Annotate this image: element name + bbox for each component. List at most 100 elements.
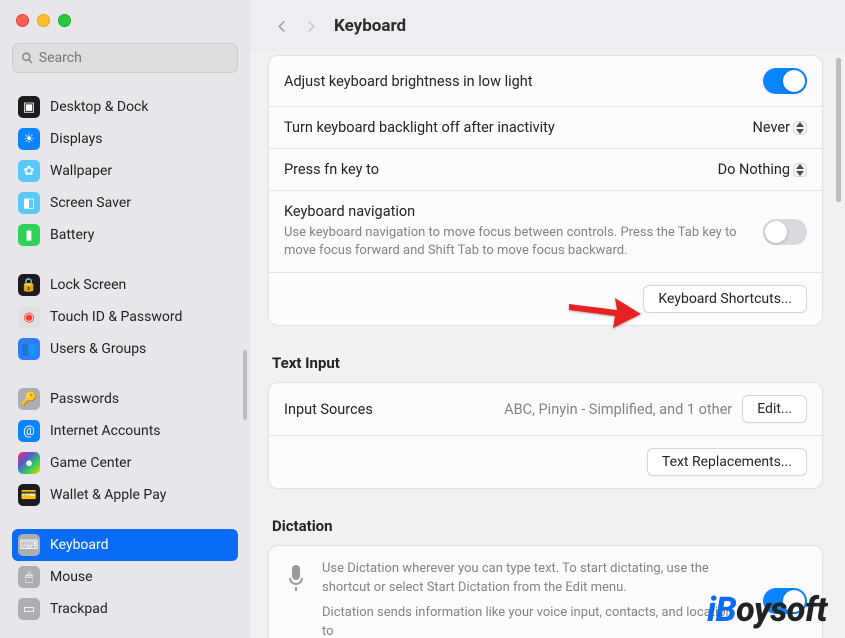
sidebar-item-displays[interactable]: ☀ Displays [12,123,238,155]
lockscreen-icon: 🔒 [18,274,40,296]
dictation-description: Use Dictation wherever you can type text… [322,560,741,638]
sidebar-item-keyboard[interactable]: ⌨ Keyboard [12,529,238,561]
battery-icon: ▮ [18,224,40,246]
section-dictation: Dictation [268,497,823,545]
sidebar-item-label: Game Center [50,455,131,471]
sidebar-item-label: Internet Accounts [50,423,161,439]
sidebar-item-label: Touch ID & Password [50,309,182,325]
traffic-lights [12,0,238,37]
sidebar-item-label: Lock Screen [50,277,126,293]
passwords-icon: 🔑 [18,388,40,410]
touchid-icon: ◉ [18,306,40,328]
sidebar-item-wallet[interactable]: 💳 Wallet & Apple Pay [12,479,238,511]
backlight-select[interactable]: Never [753,119,807,136]
sidebar-item-wallpaper[interactable]: ✿ Wallpaper [12,155,238,187]
sidebar-item-mouse[interactable]: 🖱 Mouse [12,561,238,593]
fullscreen-window-button[interactable] [58,14,71,27]
sidebar-item-gamecenter[interactable]: ● Game Center [12,447,238,479]
dictation-desc2: Dictation sends information like your vo… [322,604,741,638]
row-label: Press fn key to [284,161,379,178]
users-icon: 👥 [18,338,40,360]
brightness-toggle[interactable] [763,68,807,94]
dictation-toggle[interactable] [763,588,807,614]
sidebar-item-label: Passwords [50,391,119,407]
sidebar-item-label: Displays [50,131,102,147]
screensaver-icon: ◧ [18,192,40,214]
sidebar-item-label: Battery [50,227,94,243]
sidebar-item-internet[interactable]: @ Internet Accounts [12,415,238,447]
chevron-left-icon [274,19,289,34]
close-window-button[interactable] [16,14,29,27]
chevron-right-icon [304,19,319,34]
sidebar-item-label: Trackpad [50,601,108,617]
row-brightness: Adjust keyboard brightness in low light [269,56,822,107]
row-subtext: Use keyboard navigation to move focus be… [284,224,763,260]
minimize-window-button[interactable] [37,14,50,27]
sidebar: ▣ Desktop & Dock ☀ Displays ✿ Wallpaper … [0,0,250,638]
input-sources-label: Input Sources [284,401,373,418]
text-replacements-button[interactable]: Text Replacements... [647,448,807,476]
sidebar-item-desktop-dock[interactable]: ▣ Desktop & Dock [12,91,238,123]
row-backlight: Turn keyboard backlight off after inacti… [269,107,822,149]
sidebar-item-label: Screen Saver [50,195,131,211]
main-scrollbar[interactable] [836,58,841,202]
wallet-icon: 💳 [18,484,40,506]
section-text-input: Text Input [268,334,823,382]
keyboard-settings-panel: Adjust keyboard brightness in low light … [268,55,823,326]
row-label: Turn keyboard backlight off after inacti… [284,119,555,136]
keyboard-shortcuts-button[interactable]: Keyboard Shortcuts... [643,285,807,313]
row-fn: Press fn key to Do Nothing [269,149,822,191]
mouse-icon: 🖱 [18,566,40,588]
sidebar-item-users[interactable]: 👥 Users & Groups [12,333,238,365]
sidebar-item-label: Users & Groups [50,341,146,357]
stepper-icon [793,121,807,135]
sidebar-item-label: Wallet & Apple Pay [50,487,166,503]
sidebar-item-passwords[interactable]: 🔑 Passwords [12,383,238,415]
sidebar-item-label: Wallpaper [50,163,112,179]
wallpaper-icon: ✿ [18,160,40,182]
sidebar-item-lockscreen[interactable]: 🔒 Lock Screen [12,269,238,301]
sidebar-item-touchid[interactable]: ◉ Touch ID & Password [12,301,238,333]
dictation-panel: Use Dictation wherever you can type text… [268,545,823,638]
fn-select[interactable]: Do Nothing [718,161,807,178]
keyboard-icon: ⌨ [18,534,40,556]
sidebar-scrollbar[interactable] [243,350,247,420]
search-icon [21,51,34,65]
sidebar-item-label: Desktop & Dock [50,99,148,115]
sidebar-item-screensaver[interactable]: ◧ Screen Saver [12,187,238,219]
search-field[interactable] [12,43,238,73]
stepper-icon [793,163,807,177]
sidebar-item-label: Mouse [50,569,93,585]
gamecenter-icon: ● [18,452,40,474]
trackpad-icon: ▭ [18,598,40,620]
sidebar-item-trackpad[interactable]: ▭ Trackpad [12,593,238,625]
row-shortcuts: Keyboard Shortcuts... [269,273,822,325]
search-input[interactable] [39,50,229,66]
page-title: Keyboard [334,16,406,36]
header: Keyboard [250,0,845,51]
row-label: Adjust keyboard brightness in low light [284,73,533,90]
fn-value: Do Nothing [718,161,790,178]
kbnav-toggle[interactable] [763,219,807,245]
sidebar-item-label: Keyboard [50,537,109,553]
row-dictation: Use Dictation wherever you can type text… [269,546,822,638]
backlight-value: Never [753,119,790,136]
input-sources-list: ABC, Pinyin - Simplified, and 1 other [504,401,732,418]
row-label: Keyboard navigation [284,203,415,220]
displays-icon: ☀ [18,128,40,150]
edit-input-sources-button[interactable]: Edit... [742,395,807,423]
main-panel: Keyboard Adjust keyboard brightness in l… [250,0,845,638]
desktop-icon: ▣ [18,96,40,118]
row-input-sources: Input Sources ABC, Pinyin - Simplified, … [269,383,822,436]
back-button[interactable] [268,13,294,39]
sidebar-list: ▣ Desktop & Dock ☀ Displays ✿ Wallpaper … [12,73,238,630]
dictation-desc1: Use Dictation wherever you can type text… [322,560,741,598]
text-input-panel: Input Sources ABC, Pinyin - Simplified, … [268,382,823,489]
sidebar-item-battery[interactable]: ▮ Battery [12,219,238,251]
microphone-icon [284,562,308,596]
internet-icon: @ [18,420,40,442]
row-text-replacements: Text Replacements... [269,436,822,488]
content: Adjust keyboard brightness in low light … [250,51,845,638]
forward-button[interactable] [298,13,324,39]
row-kbnav: Keyboard navigation Use keyboard navigat… [269,191,822,273]
